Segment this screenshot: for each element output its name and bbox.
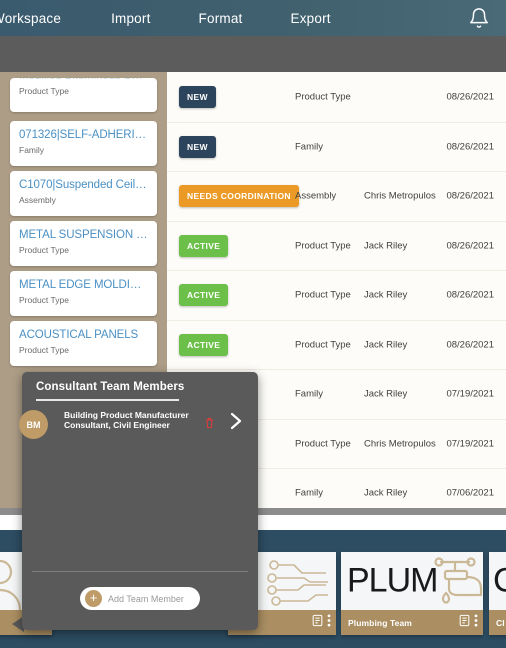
popup-title: Consultant Team Members xyxy=(36,381,185,393)
list-item-title: ACOUSTICAL PANELS xyxy=(19,329,139,341)
cell-type: Product Type xyxy=(295,240,351,252)
team-card[interactable]: PLUM Plumbing Team xyxy=(341,552,483,635)
popup-divider xyxy=(32,571,248,572)
cell-date: 08/26/2021 xyxy=(446,339,494,351)
nav-item-workspace[interactable]: Workspace xyxy=(0,11,61,26)
table-row[interactable]: ACTIVE Product Type Jack Riley 08/26/2021 xyxy=(167,271,506,321)
cell-date: 08/26/2021 xyxy=(446,190,494,202)
cell-owner: Jack Riley xyxy=(364,339,408,351)
team-card-footer: Plumbing Team xyxy=(341,610,483,635)
faucet-icon: PLUM xyxy=(341,552,483,610)
table-row[interactable]: ACTIVE Product Type Jack Riley 08/26/2021 xyxy=(167,222,506,271)
list-item-title: 071326|SELF-ADHERIN... xyxy=(19,129,148,141)
cell-type: Product Type xyxy=(295,289,351,301)
cell-date: 07/19/2021 xyxy=(446,388,494,400)
team-card-art: C xyxy=(489,552,506,610)
cell-date: 08/26/2021 xyxy=(446,141,494,153)
cell-date: 07/19/2021 xyxy=(446,438,494,450)
list-item[interactable]: METAL SUSPENSION SY... Product Type xyxy=(10,221,157,266)
list-item-title: METAL SUSPENSION SY... xyxy=(19,229,148,241)
cell-owner: Jack Riley xyxy=(364,240,408,252)
trash-icon[interactable] xyxy=(205,416,214,434)
team-card-label: Plumbing Team xyxy=(348,617,412,628)
document-note-icon[interactable] xyxy=(312,614,323,632)
cell-date: 08/26/2021 xyxy=(446,91,494,103)
plus-circle-icon: + xyxy=(85,590,102,607)
cell-type: Family xyxy=(295,141,323,153)
cell-owner: Jack Riley xyxy=(364,289,408,301)
cell-type: Product Type xyxy=(295,339,351,351)
list-item-subtitle: Product Type xyxy=(19,245,69,255)
cell-date: 08/26/2021 xyxy=(446,240,494,252)
list-item[interactable]: Modified Bituminous Shi... Product Type xyxy=(10,78,157,112)
table-row[interactable]: NEEDS COORDINATION Assembly Chris Metropul… xyxy=(167,172,506,222)
cell-type: Family xyxy=(295,487,323,499)
nav-item-import[interactable]: Import xyxy=(111,11,150,26)
table-row[interactable]: ACTIVE Product Type Jack Riley 08/26/2021 xyxy=(167,321,506,370)
list-item-subtitle: Family xyxy=(19,145,45,155)
list-item-subtitle: Assembly xyxy=(19,195,56,205)
cell-type: Family xyxy=(295,388,323,400)
team-card[interactable]: C CI xyxy=(489,552,506,635)
list-item[interactable]: C1070|Suspended Ceilin... Assembly xyxy=(10,171,157,216)
list-item[interactable]: 071326|SELF-ADHERIN... Family xyxy=(10,121,157,166)
list-item-subtitle: Product Type xyxy=(19,86,69,96)
status-badge: ACTIVE xyxy=(179,284,229,307)
kebab-menu-icon[interactable] xyxy=(327,613,331,632)
team-member-name: Building Product Manufacturer xyxy=(64,410,189,420)
cell-date: 07/06/2021 xyxy=(446,487,494,499)
team-card-label: CI xyxy=(496,617,505,628)
list-item[interactable]: ACOUSTICAL PANELS Product Type xyxy=(10,321,157,366)
cell-owner: Chris Metropulos xyxy=(364,438,436,450)
status-badge: ACTIVE xyxy=(179,333,229,356)
cell-owner: Chris Metropulos xyxy=(364,190,436,202)
add-team-member-button[interactable]: + Add Team Member xyxy=(80,587,200,610)
add-team-member-label: Add Team Member xyxy=(108,593,184,604)
document-note-icon[interactable] xyxy=(459,614,470,632)
list-item[interactable]: METAL EDGE MOLDING... Product Type xyxy=(10,271,157,316)
status-badge: NEW xyxy=(179,135,216,158)
list-item-title: Modified Bituminous Shi... xyxy=(19,78,148,83)
list-item-title: C1070|Suspended Ceilin... xyxy=(19,179,148,191)
cell-owner: Jack Riley xyxy=(364,487,408,499)
cell-owner: Jack Riley xyxy=(364,388,408,400)
team-card-footer: CI xyxy=(489,610,506,635)
cell-type: Assembly xyxy=(295,190,337,202)
status-badge: NEW xyxy=(179,86,216,109)
team-card-word: PLUM xyxy=(347,561,438,600)
status-badge: NEEDS COORDINATION xyxy=(179,185,299,208)
app-screen: Workspace Import Format Export Modified … xyxy=(0,0,506,648)
table-row[interactable]: NEW Product Type 08/26/2021 xyxy=(167,73,506,123)
team-card-word: C xyxy=(493,561,506,600)
chevron-right-icon[interactable] xyxy=(229,411,243,435)
status-badge: ACTIVE xyxy=(179,234,229,257)
popup-title-underline xyxy=(36,399,179,401)
kebab-menu-icon[interactable] xyxy=(474,613,478,632)
avatar: BM xyxy=(19,410,48,439)
list-item-title: METAL EDGE MOLDING... xyxy=(19,279,148,291)
cell-type: Product Type xyxy=(295,438,351,450)
list-item-subtitle: Product Type xyxy=(19,295,69,305)
cell-type: Product Type xyxy=(295,91,351,103)
table-row[interactable]: NEW Family 08/26/2021 xyxy=(167,123,506,172)
list-item-subtitle: Product Type xyxy=(19,345,69,355)
team-member-role: Consultant, Civil Engineer xyxy=(64,420,170,430)
cell-date: 08/26/2021 xyxy=(446,289,494,301)
